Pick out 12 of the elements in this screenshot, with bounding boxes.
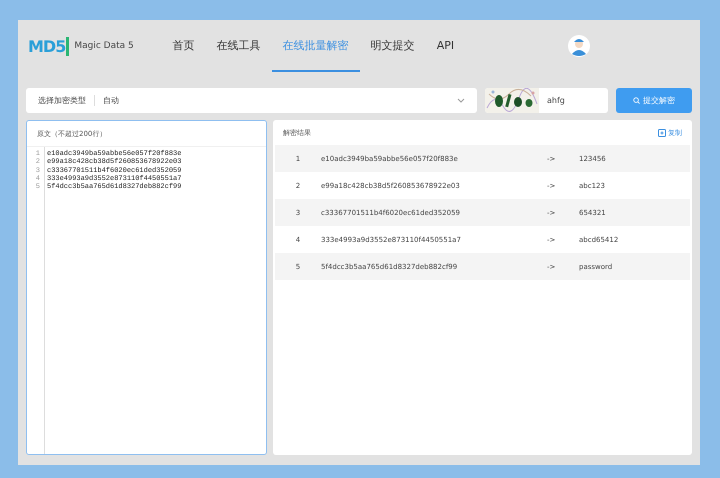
logo: MD5 (28, 36, 70, 56)
nav-tab[interactable]: 明文提交 (360, 20, 426, 72)
nav-tab[interactable]: API (426, 20, 466, 72)
search-icon (633, 97, 640, 104)
captcha-field[interactable]: ahfg (485, 88, 608, 113)
copy-icon (658, 128, 666, 136)
chevron-icon (457, 98, 465, 103)
avatar-icon[interactable] (568, 35, 590, 57)
brand-name: Magic Data 5 (74, 41, 134, 51)
nav-tab[interactable]: 在线工具 (206, 20, 272, 72)
nav-tab[interactable]: 首页 (162, 20, 206, 72)
encryption-type-select[interactable]: 选择加密类型 自动 (26, 88, 477, 113)
